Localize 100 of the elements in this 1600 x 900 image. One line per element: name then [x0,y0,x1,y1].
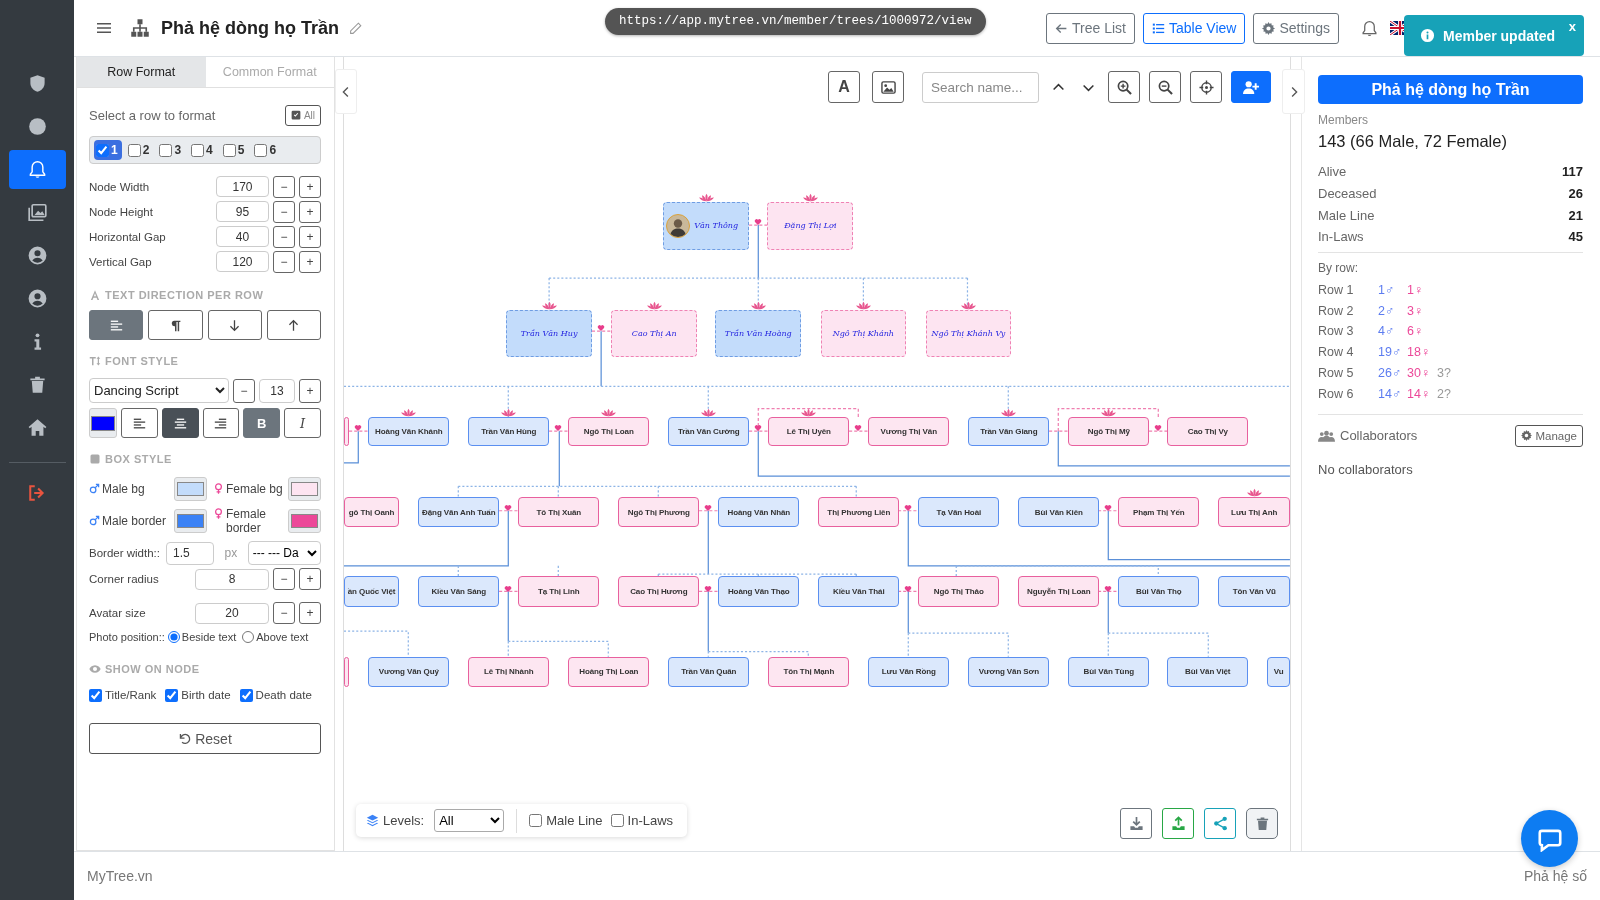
minus-button[interactable]: − [273,225,295,248]
header-button[interactable]: Tree List [1046,12,1135,44]
person-card[interactable]: Hoàng Văn Khánh [368,417,450,446]
checkbox[interactable] [239,688,253,702]
checkbox[interactable] [89,688,102,702]
person-card[interactable]: Trần Văn Hoàng [715,310,802,357]
person-card[interactable]: Kiều Văn Sáng [418,576,500,607]
person-card[interactable]: Ngô Thị Mỹ [1068,417,1150,446]
person-card[interactable] [344,417,350,446]
color-button[interactable] [288,509,321,533]
radio-button[interactable] [242,631,255,643]
person-card[interactable]: Trần Văn Cường [668,417,750,446]
number-field[interactable]: 8 [195,568,269,590]
person-card[interactable]: Vương Văn Sơn [968,657,1050,687]
delete-button[interactable] [1246,808,1278,839]
checkbox[interactable] [191,143,205,157]
center-button[interactable] [1190,71,1222,103]
person-card[interactable]: Ngô Thị Loan [568,417,650,446]
person-card[interactable]: Trần Văn Quân [668,657,750,687]
size-field[interactable]: 13 [259,378,295,403]
person-card[interactable]: Cao Thị An [611,310,698,357]
minus-button[interactable]: − [273,602,295,624]
radio-button[interactable] [167,631,180,643]
share-button[interactable] [1204,808,1236,839]
color-button[interactable] [288,477,321,501]
color-button[interactable] [174,509,207,533]
checkbox[interactable] [529,814,543,827]
minus-button[interactable]: − [273,568,295,590]
direction-button[interactable] [89,310,144,340]
checkbox[interactable] [610,814,624,827]
reset-button[interactable]: Reset [89,723,321,754]
color-button[interactable] [89,408,117,438]
checkbox[interactable] [254,143,268,157]
checkbox[interactable] [159,143,173,157]
row-option[interactable]: 5 [220,140,249,160]
chat-button[interactable] [1521,810,1578,867]
minus-button[interactable]: − [273,250,295,273]
person-card[interactable]: Văn Thông [663,201,750,250]
header-button[interactable]: Table View [1142,12,1246,44]
person-card[interactable]: Tạ Thị Linh [518,576,600,607]
plus-button[interactable]: + [299,175,321,198]
plus-button[interactable]: + [299,378,321,403]
person-card[interactable]: Cao Thị Vy [1167,417,1249,446]
checkbox[interactable] [127,143,141,157]
person-card[interactable]: Hoàng Văn Thạo [718,576,800,607]
person-card[interactable]: Bùi Văn Thọ [1118,576,1200,607]
person-card[interactable]: Ngô Thị Khánh Vy [925,310,1012,357]
person-card[interactable]: gô Thị Oanh [344,496,400,528]
person-card[interactable]: Lê Thị Nhành [468,657,550,687]
border-style-select[interactable]: --- --- Da [247,541,321,565]
align-button[interactable] [121,408,158,438]
plus-button[interactable]: + [299,250,321,273]
align-button[interactable] [202,408,240,438]
person-card[interactable]: Lưu Thị Anh [1218,496,1290,528]
direction-button[interactable] [266,310,321,340]
person-card[interactable]: Lê Thị Uyên [768,417,850,446]
person-card[interactable]: Cao Thị Hương [618,576,700,607]
person-card[interactable]: Bùi Văn Tùng [1068,657,1150,687]
person-card[interactable]: Trần Văn Huy [506,310,592,357]
plus-button[interactable]: + [299,200,321,223]
person-card[interactable] [344,657,350,687]
person-card[interactable]: Đặng Thị Lợi [767,201,854,250]
person-card[interactable]: Bùi Văn Kiên [1018,496,1100,528]
number-field[interactable]: 120 [216,251,269,272]
person-card[interactable]: Hoàng Thị Loan [568,657,650,687]
tab[interactable]: Row Format [77,57,206,87]
number-field[interactable]: 95 [216,201,269,222]
download-button[interactable] [1120,808,1152,839]
font-button[interactable]: A [828,71,860,103]
plus-button[interactable]: + [299,568,321,590]
row-option[interactable]: 3 [157,140,186,160]
direction-button[interactable] [148,310,203,340]
checkbox[interactable] [96,143,109,157]
person-card[interactable]: Vương Thị Vân [868,417,950,446]
sidebar-item[interactable] [8,150,66,189]
font-select[interactable]: Dancing Script [89,378,229,403]
row-option[interactable]: 2 [125,140,154,160]
checkbox[interactable] [222,143,236,157]
person-card[interactable]: Vương Văn Quý [368,657,450,687]
header-button[interactable]: Settings [1253,12,1339,44]
person-card[interactable]: Thị Phương Liên [818,496,900,528]
person-card[interactable]: Lưu Văn Rồng [868,657,950,687]
align-button[interactable] [161,408,199,438]
add-member-button[interactable] [1231,71,1271,103]
person-card[interactable]: Ngô Thị Thảo [918,576,1000,607]
tree-name-button[interactable]: Phả hệ dòng họ Trần [1318,75,1583,104]
person-card[interactable]: Trần Văn Giang [968,417,1050,446]
row-option[interactable]: 1 [94,140,122,160]
pencil-icon[interactable] [349,21,362,35]
manage-button[interactable]: Manage [1515,424,1583,447]
menu-icon[interactable] [96,20,112,36]
row-option[interactable]: 6 [252,140,281,160]
direction-button[interactable] [207,310,262,340]
minus-button[interactable]: − [233,378,255,403]
upload-button[interactable] [1162,808,1194,839]
number-field[interactable]: 40 [216,226,269,247]
person-card[interactable]: Đặng Văn Anh Tuấn [418,496,500,528]
bell-icon[interactable] [1361,19,1378,37]
person-card[interactable]: ần Quốc Việt [344,576,400,607]
search-field[interactable]: Search name... [922,71,1039,103]
